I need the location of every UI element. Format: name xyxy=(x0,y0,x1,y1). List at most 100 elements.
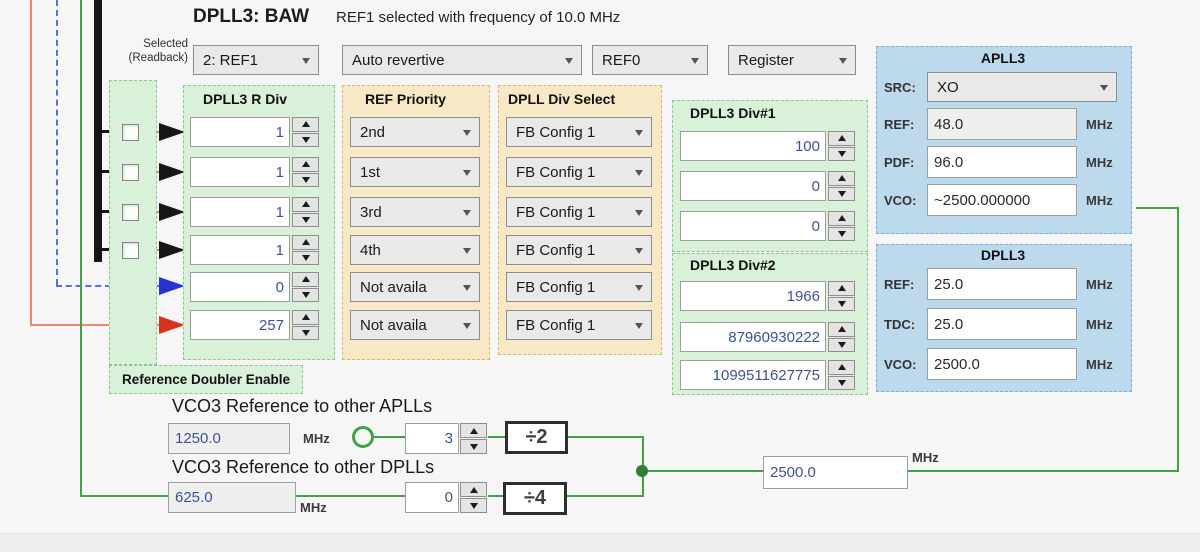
spin-up-button[interactable] xyxy=(828,281,855,296)
dpll3-ref-unit: MHz xyxy=(1086,277,1113,292)
ref-enable-checkbox-2[interactable] xyxy=(122,164,139,181)
spin-down-button[interactable] xyxy=(828,226,855,241)
spin-up-button[interactable] xyxy=(292,310,319,325)
rdiv-spinner-3[interactable] xyxy=(292,197,319,227)
spin-down-button[interactable] xyxy=(828,375,855,390)
div-select-dropdown-6[interactable]: FB Config 1 xyxy=(506,310,652,340)
spin-down-button[interactable] xyxy=(828,186,855,201)
ref-enable-checkbox-4[interactable] xyxy=(122,242,139,259)
control-mode-dropdown[interactable]: Register xyxy=(728,45,856,75)
apll3-src-label: SRC: xyxy=(884,80,916,95)
apll3-pdf-field[interactable]: 96.0 xyxy=(927,146,1077,178)
ref-arrow-icon-2 xyxy=(159,163,185,181)
selected-label-line2: (Readback) xyxy=(128,52,188,64)
vco3-dpll-postdiv-spinner[interactable] xyxy=(460,482,487,513)
ref-priority-value-2: 1st xyxy=(360,163,381,181)
spin-up-button[interactable] xyxy=(828,322,855,337)
div1-spinner-2[interactable] xyxy=(828,171,855,201)
spin-down-button[interactable] xyxy=(460,498,487,513)
spin-down-button[interactable] xyxy=(292,287,319,302)
rdiv-spinner-5[interactable] xyxy=(292,272,319,302)
spin-up-button[interactable] xyxy=(828,211,855,226)
spin-down-button[interactable] xyxy=(828,337,855,352)
dpll3-vco-unit: MHz xyxy=(1086,357,1113,372)
spin-up-button[interactable] xyxy=(828,360,855,375)
dpll3-vco-label: VCO: xyxy=(884,357,917,372)
apll3-vco-field[interactable]: ~2500.000000 xyxy=(927,184,1077,216)
div-select-dropdown-3[interactable]: FB Config 1 xyxy=(506,197,652,227)
vco3-apll-postdiv-input[interactable]: 3 xyxy=(405,423,459,454)
chevron-down-icon xyxy=(635,210,643,216)
spin-up-button[interactable] xyxy=(460,482,487,497)
ref-priority-dropdown-5[interactable]: Not availa xyxy=(350,272,480,302)
spin-down-button[interactable] xyxy=(292,172,319,187)
ref-arrow-icon-1 xyxy=(159,123,185,141)
rdiv-spinner-2[interactable] xyxy=(292,157,319,187)
reference-doubler-enable-label: Reference Doubler Enable xyxy=(109,365,303,394)
spin-down-button[interactable] xyxy=(460,439,487,454)
rdiv-spinner-4[interactable] xyxy=(292,235,319,265)
rdiv-input-2[interactable]: 1 xyxy=(190,157,290,187)
ref-enable-checkbox-3[interactable] xyxy=(122,204,139,221)
revertive-mode-value: Auto revertive xyxy=(352,51,445,69)
spin-down-button[interactable] xyxy=(292,212,319,227)
spin-down-button[interactable] xyxy=(292,250,319,265)
spin-up-button[interactable] xyxy=(292,272,319,287)
rdiv-input-5[interactable]: 0 xyxy=(190,272,290,302)
spin-down-button[interactable] xyxy=(828,146,855,161)
ref-priority-dropdown-4[interactable]: 4th xyxy=(350,235,480,265)
div1-input-3[interactable]: 0 xyxy=(680,211,826,241)
spin-up-button[interactable] xyxy=(292,197,319,212)
revertive-mode-dropdown[interactable]: Auto revertive xyxy=(342,45,582,75)
div2-spinner-3[interactable] xyxy=(828,360,855,390)
spin-down-button[interactable] xyxy=(828,296,855,311)
vco3-output-unit: MHz xyxy=(912,450,939,465)
div2-input-1[interactable]: 1966 xyxy=(680,281,826,311)
div-select-dropdown-1[interactable]: FB Config 1 xyxy=(506,117,652,147)
dpll3-tdc-field[interactable]: 25.0 xyxy=(927,308,1077,340)
ref-select-dropdown[interactable]: REF0 xyxy=(592,45,708,75)
div-select-dropdown-2[interactable]: FB Config 1 xyxy=(506,157,652,187)
spin-up-button[interactable] xyxy=(460,423,487,438)
rdiv-input-4[interactable]: 1 xyxy=(190,235,290,265)
rdiv-input-1[interactable]: 1 xyxy=(190,117,290,147)
div1-input-1[interactable]: 100 xyxy=(680,131,826,161)
dpll3-vco-field[interactable]: 2500.0 xyxy=(927,348,1077,380)
spin-down-button[interactable] xyxy=(292,132,319,147)
ref-priority-dropdown-3[interactable]: 3rd xyxy=(350,197,480,227)
dpll3-ref-field[interactable]: 25.0 xyxy=(927,268,1077,300)
spin-up-button[interactable] xyxy=(828,131,855,146)
div-select-value-4: FB Config 1 xyxy=(516,241,596,259)
ref-enable-checkbox-1[interactable] xyxy=(122,124,139,141)
wire-green-vco-out xyxy=(1136,207,1179,209)
ref-priority-dropdown-6[interactable]: Not availa xyxy=(350,310,480,340)
spin-up-button[interactable] xyxy=(292,157,319,172)
div-select-dropdown-4[interactable]: FB Config 1 xyxy=(506,235,652,265)
ref-priority-dropdown-2[interactable]: 1st xyxy=(350,157,480,187)
rdiv-spinner-1[interactable] xyxy=(292,117,319,147)
vco3-apll-unit: MHz xyxy=(303,431,330,446)
spin-down-button[interactable] xyxy=(292,325,319,340)
selected-ref-dropdown[interactable]: 2: REF1 xyxy=(193,45,319,75)
chevron-down-icon xyxy=(463,323,471,329)
spin-up-button[interactable] xyxy=(292,235,319,250)
apll3-src-dropdown[interactable]: XO xyxy=(927,72,1117,102)
div-select-dropdown-5[interactable]: FB Config 1 xyxy=(506,272,652,302)
div1-spinner-1[interactable] xyxy=(828,131,855,161)
vco3-apll-postdiv-spinner[interactable] xyxy=(460,423,487,454)
wire-green-625-to-spinner xyxy=(296,495,406,497)
div1-spinner-3[interactable] xyxy=(828,211,855,241)
vco3-output-frequency-field[interactable]: 2500.0 xyxy=(763,456,908,489)
rdiv-spinner-6[interactable] xyxy=(292,310,319,340)
spin-up-button[interactable] xyxy=(292,117,319,132)
div2-input-3[interactable]: 1099511627775 xyxy=(680,360,826,390)
rdiv-input-3[interactable]: 1 xyxy=(190,197,290,227)
rdiv-input-6[interactable]: 257 xyxy=(190,310,290,340)
div1-input-2[interactable]: 0 xyxy=(680,171,826,201)
ref-priority-dropdown-1[interactable]: 2nd xyxy=(350,117,480,147)
div2-spinner-2[interactable] xyxy=(828,322,855,352)
vco3-dpll-postdiv-input[interactable]: 0 xyxy=(405,482,459,513)
div2-spinner-1[interactable] xyxy=(828,281,855,311)
div2-input-2[interactable]: 87960930222 xyxy=(680,322,826,352)
spin-up-button[interactable] xyxy=(828,171,855,186)
